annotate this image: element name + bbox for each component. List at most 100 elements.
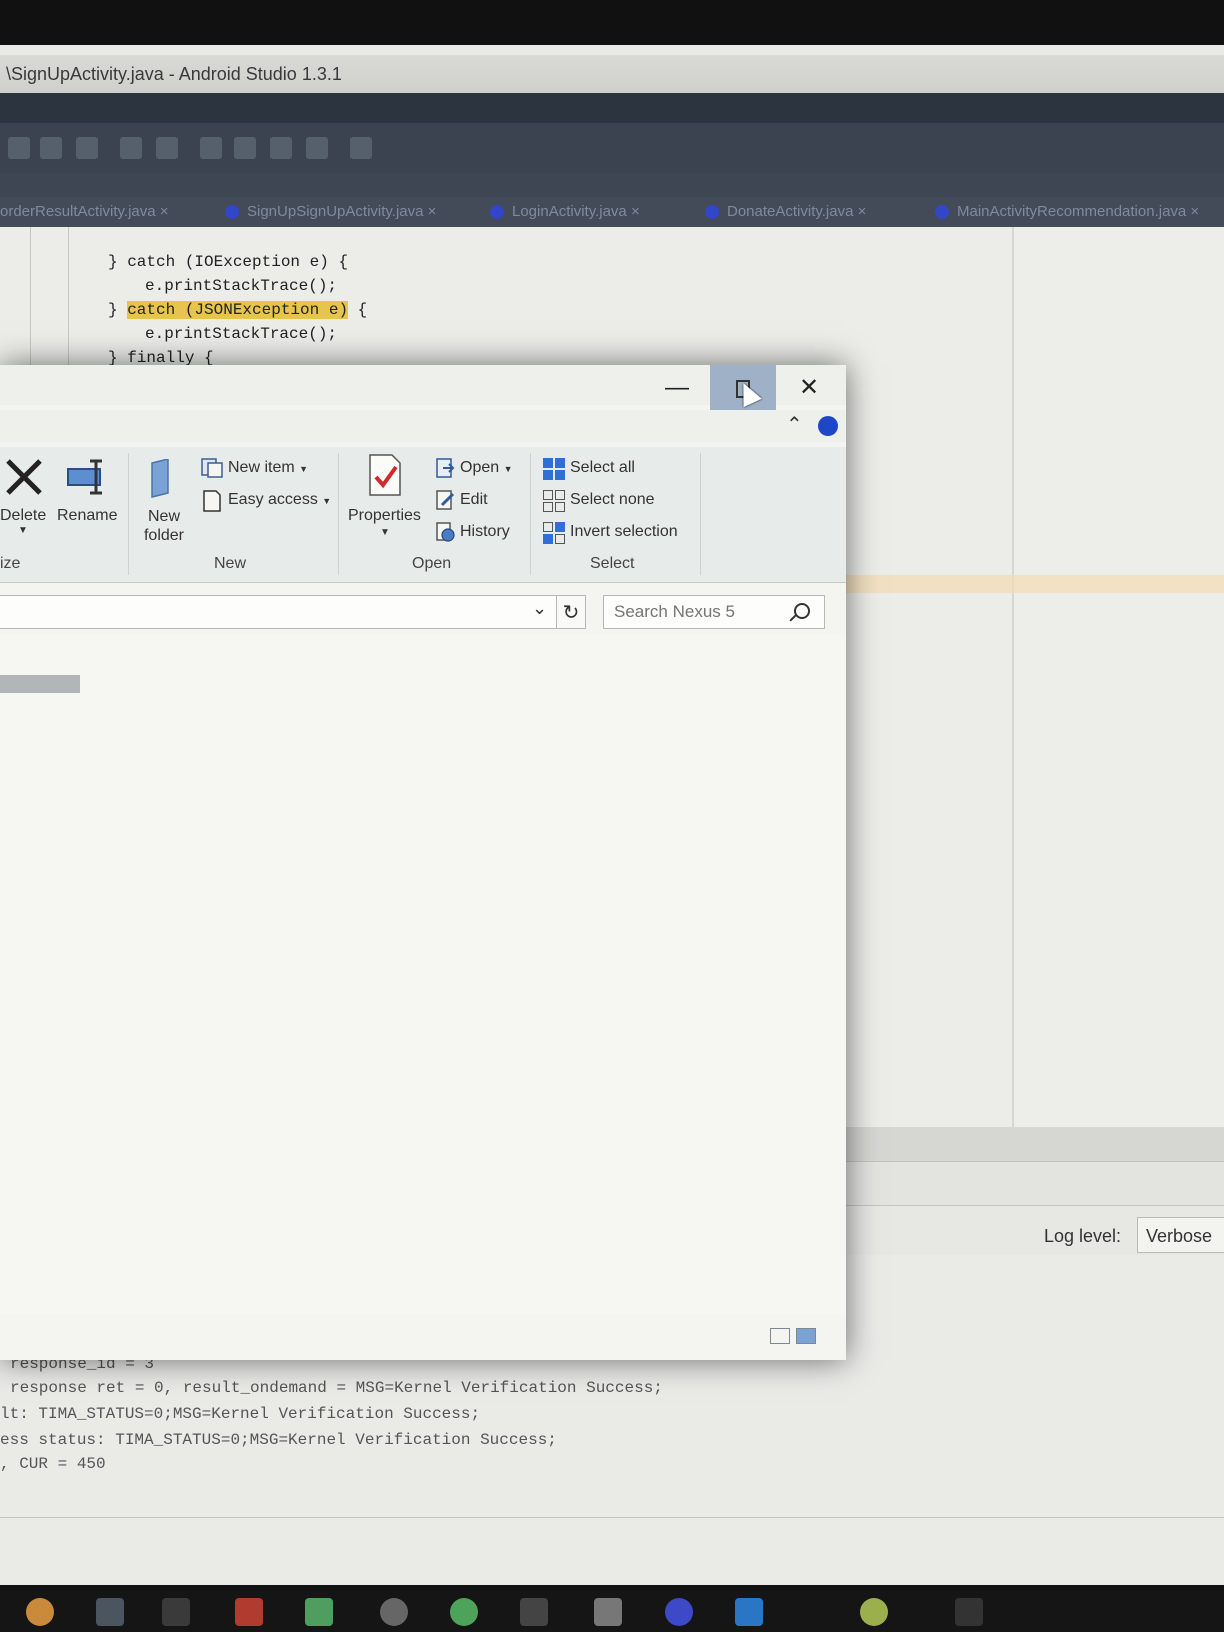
help-toolbar-icon[interactable]	[350, 137, 372, 159]
invert-selection-button[interactable]: Invert selection	[570, 523, 678, 541]
toolbar-icon[interactable]	[270, 137, 292, 159]
select-all-icon	[543, 458, 565, 480]
open-button[interactable]: Open ▼	[460, 459, 513, 477]
breadcrumb	[0, 173, 1224, 197]
toolbar-icon[interactable]	[156, 137, 178, 159]
easy-access-icon	[203, 490, 221, 512]
editor-tab[interactable]: orderResultActivity.java ×	[0, 201, 205, 223]
chevron-down-icon: ▼	[380, 527, 390, 538]
rename-icon	[67, 459, 102, 495]
taskbar-app-icon[interactable]	[96, 1598, 124, 1626]
taskbar-app-icon[interactable]	[860, 1598, 888, 1626]
editor-tabs: orderResultActivity.java × SignUpSignUpA…	[0, 197, 1224, 227]
search-box[interactable]	[603, 595, 825, 629]
taskbar-app-icon[interactable]	[665, 1598, 693, 1626]
editor-tab[interactable]: LoginActivity.java ×	[490, 201, 680, 223]
editor-tab[interactable]: DonateActivity.java ×	[705, 201, 905, 223]
divider	[128, 453, 129, 575]
chevron-down-icon: ▼	[503, 464, 513, 474]
large-icons-view-icon[interactable]	[796, 1328, 816, 1344]
studio-title-bar: \SignUpActivity.java - Android Studio 1.…	[0, 55, 1224, 93]
address-bar[interactable]	[0, 595, 585, 629]
chevron-down-icon[interactable]: ⌄	[532, 598, 547, 619]
toolbar-icon[interactable]	[306, 137, 328, 159]
taskbar-app-icon[interactable]	[955, 1598, 983, 1626]
windows-store-icon[interactable]	[235, 1598, 263, 1626]
log-level-select[interactable]: Verbose	[1137, 1217, 1224, 1253]
minimize-button[interactable]: —	[644, 365, 710, 410]
unity-icon[interactable]	[380, 1598, 408, 1626]
code-line: } catch (JSONException e) {	[108, 301, 368, 319]
invert-selection-icon	[543, 522, 565, 544]
log-line: lt: TIMA_STATUS=0;MSG=Kernel Verificatio…	[0, 1405, 481, 1423]
taskbar-app-icon[interactable]	[162, 1598, 190, 1626]
chrome-icon[interactable]	[26, 1598, 54, 1626]
view-toggle	[770, 1328, 822, 1349]
editor-tab[interactable]: SignUpSignUpActivity.java ×	[225, 201, 470, 223]
epic-games-icon[interactable]	[520, 1598, 548, 1626]
code-line: } catch (IOException e) {	[108, 253, 349, 271]
editor-right-area	[1014, 227, 1224, 1127]
properties-button[interactable]: Properties	[348, 507, 421, 525]
chevron-up-icon[interactable]: ⌃	[786, 412, 803, 437]
studio-toolbar	[0, 123, 1224, 173]
new-folder-icon	[151, 459, 169, 498]
toolbar-icon[interactable]	[120, 137, 142, 159]
delete-button[interactable]: Delete	[0, 507, 46, 525]
chat-app-icon[interactable]	[450, 1598, 478, 1626]
taskbar-app-icon[interactable]	[735, 1598, 763, 1626]
divider	[338, 453, 339, 575]
toolbar-icon[interactable]	[8, 137, 30, 159]
chevron-down-icon: ▼	[18, 525, 28, 536]
easy-access-button[interactable]: Easy access ▼	[228, 491, 331, 509]
highlighted-code: catch (JSONException e)	[127, 301, 349, 319]
navigation-pane-item[interactable]	[0, 675, 80, 693]
android-studio-icon[interactable]	[305, 1598, 333, 1626]
toolbar-icon[interactable]	[76, 137, 98, 159]
chevron-down-icon: ▼	[299, 464, 309, 474]
new-folder-button[interactable]: New folder	[138, 507, 190, 545]
new-item-icon	[201, 458, 223, 478]
group-label-select: Select	[590, 555, 635, 572]
close-button[interactable]: ✕	[776, 365, 842, 410]
java-file-icon	[225, 205, 239, 220]
edit-button[interactable]: Edit	[460, 491, 488, 509]
group-label-organize: ize	[0, 555, 21, 572]
magnifier-icon[interactable]	[794, 603, 810, 619]
log-level-label: Log level:	[1044, 1226, 1122, 1246]
editor-tab[interactable]: MainActivityRecommendation.java ×	[935, 201, 1224, 223]
divider	[700, 453, 701, 575]
history-button[interactable]: History	[460, 523, 510, 541]
select-all-button[interactable]: Select all	[570, 459, 635, 477]
group-label-new: New	[214, 555, 247, 572]
studio-title: \SignUpActivity.java - Android Studio 1.…	[6, 64, 342, 84]
edit-icon	[436, 490, 455, 510]
search-input[interactable]	[614, 602, 784, 622]
log-line: ess status: TIMA_STATUS=0;MSG=Kernel Ver…	[0, 1431, 557, 1449]
help-icon[interactable]	[818, 416, 838, 436]
properties-icon	[369, 454, 401, 496]
studio-menu-bar	[0, 93, 1224, 123]
file-explorer-window: — ✕ ⌃ Delete ▼ Rename ize New folder New …	[0, 365, 846, 1360]
divider	[0, 1517, 1224, 1518]
rename-button[interactable]: Rename	[57, 507, 117, 525]
java-file-icon	[935, 205, 949, 220]
file-list-pane[interactable]	[0, 635, 846, 1315]
details-view-icon[interactable]	[770, 1328, 790, 1344]
refresh-icon[interactable]: ↻	[556, 595, 586, 629]
open-icon	[436, 458, 455, 478]
toolbar-icon[interactable]	[40, 137, 62, 159]
java-file-icon	[705, 205, 719, 220]
code-line: e.printStackTrace();	[145, 277, 338, 295]
ribbon-tabs-row: ⌃	[0, 410, 846, 442]
file-icon[interactable]	[594, 1598, 622, 1626]
select-none-icon	[543, 490, 565, 512]
new-item-button[interactable]: New item ▼	[228, 459, 308, 477]
delete-x-icon	[6, 459, 42, 495]
history-icon	[436, 522, 455, 542]
toolbar-icon[interactable]	[200, 137, 222, 159]
select-none-button[interactable]: Select none	[570, 491, 655, 509]
toolbar-icon[interactable]	[234, 137, 256, 159]
chevron-down-icon: ▼	[322, 496, 332, 506]
current-line-highlight	[840, 575, 1224, 593]
